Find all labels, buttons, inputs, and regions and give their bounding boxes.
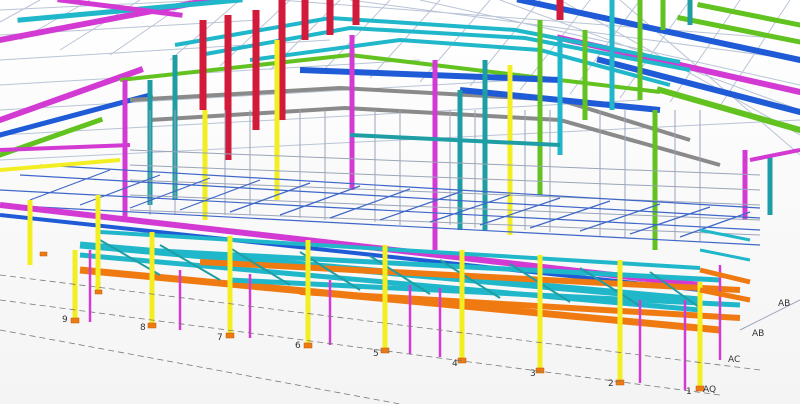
grid-column-labels: 9 8 7 6 5 4 3 2 1	[62, 315, 692, 397]
grid-label-ab-top: AB	[778, 299, 790, 309]
grid-label-2: 2	[608, 379, 614, 389]
grid-label-aq: AQ	[703, 385, 716, 395]
grid-label-9: 9	[62, 315, 68, 325]
upper-truss-frames	[119, 15, 721, 167]
grid-label-1: 1	[686, 387, 692, 397]
grid-label-4: 4	[452, 359, 458, 369]
grid-label-5: 5	[373, 349, 379, 359]
grid-label-ac: AC	[728, 355, 740, 365]
grid-label-ab: AB	[752, 329, 764, 339]
grid-label-3: 3	[530, 369, 536, 379]
structural-model-3d-view[interactable]: 9 8 7 6 5 4 3 2 1 AB AB AC AQ	[0, 0, 800, 404]
grid-row-labels: AB AB AC AQ	[703, 299, 790, 395]
grid-label-7: 7	[217, 333, 223, 343]
grid-label-6: 6	[295, 341, 301, 351]
model-viewport[interactable]: 9 8 7 6 5 4 3 2 1 AB AB AC AQ	[0, 0, 800, 404]
grid-label-8: 8	[140, 323, 146, 333]
